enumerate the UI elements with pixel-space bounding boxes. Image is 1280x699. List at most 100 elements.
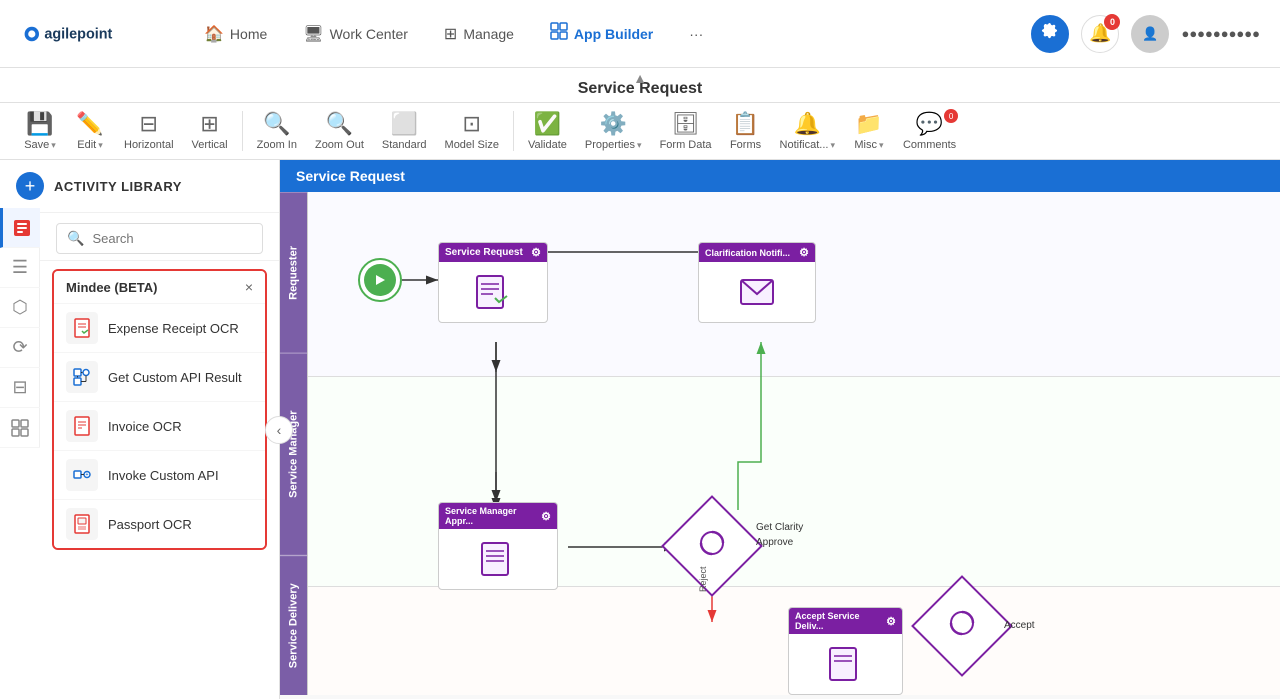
form-data-button[interactable]: 🗄 Form Data bbox=[652, 107, 720, 155]
lib-icon-grid[interactable]: ⊟ bbox=[0, 368, 40, 408]
service-request-node[interactable]: Service Request ⚙ bbox=[438, 242, 548, 323]
user-name[interactable]: ●●●●●●●●●● bbox=[1181, 26, 1260, 41]
swimlane-servicedelivery-label: Service Delivery bbox=[280, 555, 307, 695]
list-item[interactable]: + Invoke Custom API bbox=[54, 450, 265, 499]
vertical-button[interactable]: ⊞ Vertical bbox=[184, 107, 236, 155]
model-size-button[interactable]: ⊡ Model Size bbox=[437, 107, 507, 155]
clarification-notif-title: Clarification Notifi... bbox=[705, 248, 790, 258]
swimlane-servicemanager-label: Service Manager bbox=[280, 353, 307, 555]
toolbar-divider-2 bbox=[513, 111, 514, 151]
misc-arrow: ▾ bbox=[879, 140, 884, 151]
activity-library-title: ACTIVITY LIBRARY bbox=[54, 179, 182, 194]
notifications-btn[interactable]: 🔔 0 bbox=[1081, 15, 1119, 53]
service-request-gear[interactable]: ⚙ bbox=[531, 246, 541, 259]
horizontal-button[interactable]: ⊟ Horizontal bbox=[116, 107, 182, 155]
standard-icon: ⬜ bbox=[391, 111, 418, 137]
zoom-in-button[interactable]: 🔍 Zoom In bbox=[249, 107, 305, 155]
invoke-api-label: Invoke Custom API bbox=[108, 468, 219, 483]
properties-button[interactable]: ⚙️ Properties ▾ bbox=[577, 107, 650, 155]
nav-home[interactable]: 🏠 Home bbox=[190, 16, 281, 52]
misc-icon: 📁 bbox=[855, 111, 882, 137]
zoom-in-icon: 🔍 bbox=[263, 111, 290, 137]
collapse-arrow[interactable]: ▲ bbox=[633, 70, 647, 86]
nav-more[interactable]: ··· bbox=[675, 18, 717, 50]
comments-button[interactable]: 💬 Comments 0 bbox=[895, 107, 964, 155]
lib-icon-mindee[interactable] bbox=[0, 208, 40, 248]
passport-ocr-label: Passport OCR bbox=[108, 517, 192, 532]
lib-icon-app[interactable] bbox=[0, 408, 40, 448]
clarification-gear[interactable]: ⚙ bbox=[799, 246, 809, 259]
lib-icon-flow[interactable]: ⬡ bbox=[0, 288, 40, 328]
form-data-icon: 🗄 bbox=[672, 111, 700, 137]
invoice-ocr-label: Invoice OCR bbox=[108, 419, 182, 434]
forms-button[interactable]: 📋 Forms bbox=[722, 107, 770, 155]
list-item[interactable]: Invoice OCR bbox=[54, 401, 265, 450]
nav-appbuilder[interactable]: App Builder bbox=[536, 14, 667, 53]
search-box: 🔍 bbox=[56, 223, 263, 254]
settings-icon-btn[interactable] bbox=[1031, 15, 1069, 53]
comments-icon: 💬 bbox=[916, 111, 943, 137]
nav-manage-label: Manage bbox=[463, 26, 514, 42]
save-button[interactable]: 💾 Save ▾ bbox=[16, 107, 64, 155]
mindee-close-button[interactable]: × bbox=[245, 279, 253, 295]
nav-appbuilder-label: App Builder bbox=[574, 26, 653, 42]
standard-button[interactable]: ⬜ Standard bbox=[374, 107, 435, 155]
edit-button[interactable]: ✏️ Edit ▾ bbox=[66, 107, 114, 155]
notifications-toolbar-icon: 🔔 bbox=[794, 111, 821, 137]
service-manager-appr-header: Service Manager Appr... ⚙ bbox=[439, 503, 557, 529]
service-manager-appr-node[interactable]: Service Manager Appr... ⚙ bbox=[438, 502, 558, 590]
invoke-api-icon: + bbox=[66, 459, 98, 491]
validate-button[interactable]: ✅ Validate bbox=[520, 107, 575, 155]
svg-text:+: + bbox=[86, 472, 89, 478]
list-item[interactable]: Passport OCR bbox=[54, 499, 265, 548]
accept-service-deliv-header: Accept Service Deliv... ⚙ bbox=[789, 608, 902, 634]
diamond-2-icon bbox=[947, 608, 977, 644]
diamond-2[interactable] bbox=[926, 590, 998, 662]
diamond-1[interactable] bbox=[676, 510, 748, 582]
accept-service-deliv-title: Accept Service Deliv... bbox=[795, 611, 886, 631]
forms-icon: 📋 bbox=[732, 111, 759, 137]
list-item[interactable]: Expense Receipt OCR bbox=[54, 303, 265, 352]
properties-arrow: ▾ bbox=[637, 140, 642, 151]
nav-manage[interactable]: ⊞ Manage bbox=[430, 16, 528, 52]
main-content: + ACTIVITY LIBRARY ☰ ⬡ ⟳ ⊟ bbox=[0, 160, 1280, 699]
sidebar-collapse-button[interactable]: ‹ bbox=[265, 416, 293, 444]
sidebar-header: + ACTIVITY LIBRARY bbox=[0, 160, 279, 213]
top-navigation: agilepoint 🏠 Home 🖥 Work Center ⊞ Manage bbox=[0, 0, 1280, 68]
service-manager-appr-gear[interactable]: ⚙ bbox=[541, 510, 551, 523]
search-input[interactable] bbox=[92, 231, 252, 246]
horizontal-icon: ⊟ bbox=[140, 111, 158, 137]
start-inner bbox=[364, 264, 396, 296]
reject-label: Reject bbox=[698, 566, 708, 592]
notifications-toolbar-button[interactable]: 🔔 Notificat... ▾ bbox=[772, 107, 843, 155]
comments-badge: 0 bbox=[944, 109, 958, 123]
monitor-icon: 🖥 bbox=[303, 24, 323, 44]
canvas-diagram[interactable]: Service Request ⚙ bbox=[308, 192, 1280, 695]
add-activity-button[interactable]: + bbox=[16, 172, 44, 200]
user-avatar[interactable]: 👤 bbox=[1131, 15, 1169, 53]
custom-api-label: Get Custom API Result bbox=[108, 370, 242, 385]
mindee-header: Mindee (BETA) × bbox=[54, 271, 265, 303]
accept-service-deliv-gear[interactable]: ⚙ bbox=[886, 615, 896, 628]
properties-icon: ⚙️ bbox=[600, 111, 627, 137]
lib-icon-api[interactable]: ⟳ bbox=[0, 328, 40, 368]
accept-service-deliv-node[interactable]: Accept Service Deliv... ⚙ bbox=[788, 607, 903, 695]
canvas-header: Service Request bbox=[280, 160, 1280, 192]
left-icon-bar: ☰ ⬡ ⟳ ⊟ bbox=[0, 208, 40, 448]
logo[interactable]: agilepoint bbox=[20, 16, 130, 52]
lib-icon-list[interactable]: ☰ bbox=[0, 248, 40, 288]
start-node[interactable] bbox=[358, 258, 402, 302]
service-request-header: Service Request ⚙ bbox=[439, 243, 547, 262]
vertical-icon: ⊞ bbox=[200, 111, 218, 137]
misc-button[interactable]: 📁 Misc ▾ bbox=[845, 107, 893, 155]
search-icon: 🔍 bbox=[67, 230, 84, 247]
nav-workcenter[interactable]: 🖥 Work Center bbox=[289, 16, 422, 52]
clarification-notif-node[interactable]: Clarification Notifi... ⚙ bbox=[698, 242, 816, 323]
canvas-content[interactable]: Requester Service Manager Service Delive… bbox=[280, 192, 1280, 695]
mindee-items: Expense Receipt OCR bbox=[54, 303, 265, 548]
zoom-out-button[interactable]: 🔍 Zoom Out bbox=[307, 107, 372, 155]
list-item[interactable]: Get Custom API Result bbox=[54, 352, 265, 401]
save-arrow: ▾ bbox=[51, 140, 56, 151]
diamond-1-icon bbox=[697, 528, 727, 564]
nav-workcenter-label: Work Center bbox=[330, 26, 408, 42]
